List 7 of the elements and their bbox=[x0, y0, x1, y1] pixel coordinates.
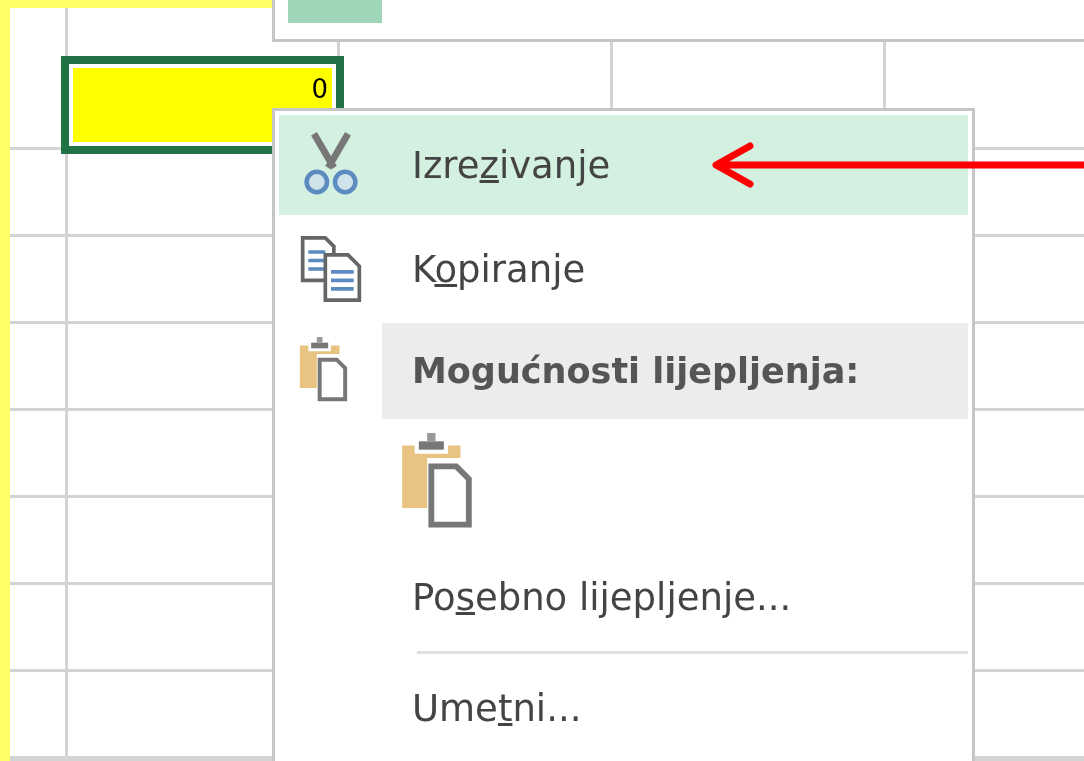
cell-value: 0 bbox=[311, 76, 328, 102]
menu-item[interactable]: Umetni... bbox=[279, 658, 968, 758]
menu-item[interactable]: Posebno lijepljenje... bbox=[279, 547, 968, 647]
menu-item[interactable]: Izrezivanje bbox=[279, 115, 968, 215]
menu-item[interactable]: Kopiranje bbox=[279, 219, 968, 319]
section-header: Mogućnosti lijepljenja: bbox=[382, 323, 968, 419]
copy-icon bbox=[298, 235, 363, 303]
